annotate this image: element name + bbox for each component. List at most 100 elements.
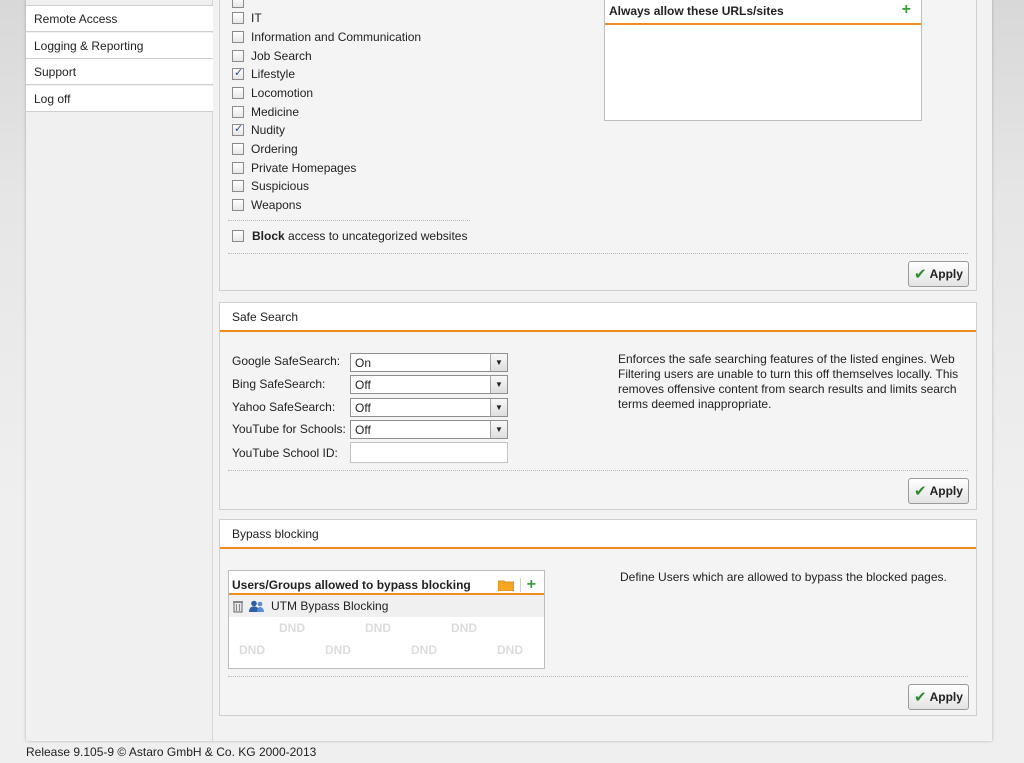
category-label: Locomotion — [251, 86, 314, 100]
apply-label: Apply — [929, 267, 963, 281]
field-label: Bing SafeSearch: — [232, 377, 326, 391]
category-label: Ordering — [251, 142, 298, 156]
select-value: Off — [355, 423, 371, 437]
sidebar-item-label: Support — [34, 65, 77, 79]
uncategorized-label-rest: access to uncategorized websites — [284, 229, 468, 243]
category-checkbox-job-search[interactable] — [232, 50, 244, 62]
allow-urls-title: Always allow these URLs/sites — [609, 4, 784, 18]
category-label: Nudity — [251, 123, 286, 137]
user-group-icon — [249, 600, 264, 612]
category-checkbox-ordering[interactable] — [232, 143, 244, 155]
youtube-school-id-input[interactable] — [350, 442, 508, 463]
category-checkbox-it[interactable] — [232, 12, 244, 24]
sidebar-item-logging-reporting[interactable]: Logging & Reporting — [26, 33, 213, 59]
bypass-users-header: Users/Groups allowed to bypass blocking … — [229, 571, 544, 595]
uncategorized-label-bold: Block — [252, 229, 285, 243]
allow-urls-header: Always allow these URLs/sites + — [605, 0, 921, 25]
dnd-watermark: DND — [411, 643, 437, 657]
divider — [228, 470, 968, 471]
checkmark-icon: ✓ — [234, 67, 244, 79]
bypass-users-box: Users/Groups allowed to bypass blocking … — [228, 570, 545, 669]
apply-label: Apply — [929, 484, 963, 498]
select-value: Off — [355, 378, 371, 392]
add-icon[interactable]: + — [902, 2, 911, 23]
sidebar-item-label: Log off — [34, 92, 71, 106]
sidebar: Remote Access Logging & Reporting Suppor… — [26, 0, 213, 741]
chevron-down-icon: ▼ — [490, 376, 507, 393]
safe-search-description: Enforces the safe searching features of … — [618, 352, 959, 411]
category-checkbox-partial[interactable] — [232, 0, 244, 8]
sidebar-item-support[interactable]: Support — [26, 59, 213, 85]
field-label: YouTube School ID: — [232, 446, 338, 460]
allow-urls-box: Always allow these URLs/sites + — [604, 0, 922, 121]
separator — [519, 577, 521, 592]
add-icon[interactable]: + — [527, 576, 536, 592]
footer-release-info: Release 9.105-9 © Astaro GmbH & Co. KG 2… — [26, 745, 317, 759]
category-checkbox-nudity[interactable]: ✓ — [232, 123, 244, 136]
google-safesearch-select[interactable]: On ▼ — [350, 353, 508, 372]
category-checkbox-private-homepages[interactable] — [232, 162, 244, 174]
category-checkbox-weapons[interactable] — [232, 199, 244, 211]
bypass-description: Define Users which are allowed to bypass… — [620, 570, 947, 584]
checkmark-icon: ✓ — [234, 123, 244, 135]
category-label: Lifestyle — [251, 67, 296, 81]
panel-title: Safe Search — [220, 303, 976, 332]
chevron-down-icon: ▼ — [490, 421, 507, 438]
category-label: Suspicious — [251, 179, 310, 193]
dnd-watermark: DND — [451, 621, 477, 635]
youtube-schools-select[interactable]: Off ▼ — [350, 420, 508, 439]
category-label: Information and Communication — [251, 30, 422, 44]
category-label: Job Search — [251, 49, 312, 63]
uncategorized-label: Block access to uncategorized websites — [252, 229, 467, 243]
safe-search-panel: Safe Search Google SafeSearch: On ▼ Bing … — [219, 302, 977, 510]
bypass-blocking-panel: Bypass blocking Users/Groups allowed to … — [219, 519, 977, 716]
divider — [228, 253, 968, 254]
checkmark-icon: ✔ — [914, 483, 927, 500]
dnd-watermark: DND — [325, 643, 351, 657]
sidebar-item-label: Logging & Reporting — [34, 39, 144, 53]
bypass-users-actions: + — [497, 576, 540, 592]
trash-icon[interactable] — [233, 600, 243, 613]
dnd-watermark: DND — [279, 621, 305, 635]
list-item[interactable]: UTM Bypass Blocking — [229, 595, 544, 617]
select-value: On — [355, 356, 372, 370]
category-label: IT — [251, 11, 262, 25]
divider — [228, 676, 968, 677]
checkmark-icon: ✔ — [914, 689, 927, 706]
chevron-down-icon: ▼ — [490, 399, 507, 416]
apply-label: Apply — [929, 690, 963, 704]
dnd-watermark: DND — [239, 643, 265, 657]
field-label: YouTube for Schools: — [232, 422, 346, 436]
bypass-entry-label: UTM Bypass Blocking — [271, 599, 389, 613]
categories-panel: IT Information and Communication Job Sea… — [219, 0, 977, 291]
field-label: Yahoo SafeSearch: — [232, 400, 336, 414]
category-label: Private Homepages — [251, 161, 357, 175]
apply-button[interactable]: ✔ Apply — [908, 261, 969, 287]
panel-title: Bypass blocking — [220, 520, 976, 549]
apply-button[interactable]: ✔ Apply — [908, 478, 969, 504]
sidebar-item-remote-access[interactable]: Remote Access — [26, 6, 213, 32]
yahoo-safesearch-select[interactable]: Off ▼ — [350, 398, 508, 417]
category-checkbox-lifestyle[interactable]: ✓ — [232, 67, 244, 80]
checkmark-icon: ✔ — [914, 266, 927, 283]
bing-safesearch-select[interactable]: Off ▼ — [350, 375, 508, 394]
field-label: Google SafeSearch: — [232, 354, 341, 368]
category-label: Medicine — [251, 105, 300, 119]
category-label: Weapons — [251, 198, 302, 212]
divider — [228, 220, 470, 221]
dnd-watermark: DND — [497, 643, 523, 657]
uncategorized-checkbox[interactable] — [232, 230, 244, 242]
dnd-watermark: DND — [365, 621, 391, 635]
category-checkbox-medicine[interactable] — [232, 106, 244, 118]
sidebar-item-log-off[interactable]: Log off — [26, 86, 213, 112]
category-checkbox-information[interactable] — [232, 31, 244, 43]
category-checkbox-suspicious[interactable] — [232, 180, 244, 192]
main-content: IT Information and Communication Job Sea… — [213, 0, 992, 741]
sidebar-item-label: Remote Access — [34, 12, 118, 26]
apply-button[interactable]: ✔ Apply — [908, 684, 969, 710]
folder-icon[interactable] — [497, 579, 514, 591]
select-value: Off — [355, 401, 371, 415]
category-checkbox-locomotion[interactable] — [232, 87, 244, 99]
bypass-users-title: Users/Groups allowed to bypass blocking — [232, 577, 471, 592]
chevron-down-icon: ▼ — [490, 354, 507, 371]
